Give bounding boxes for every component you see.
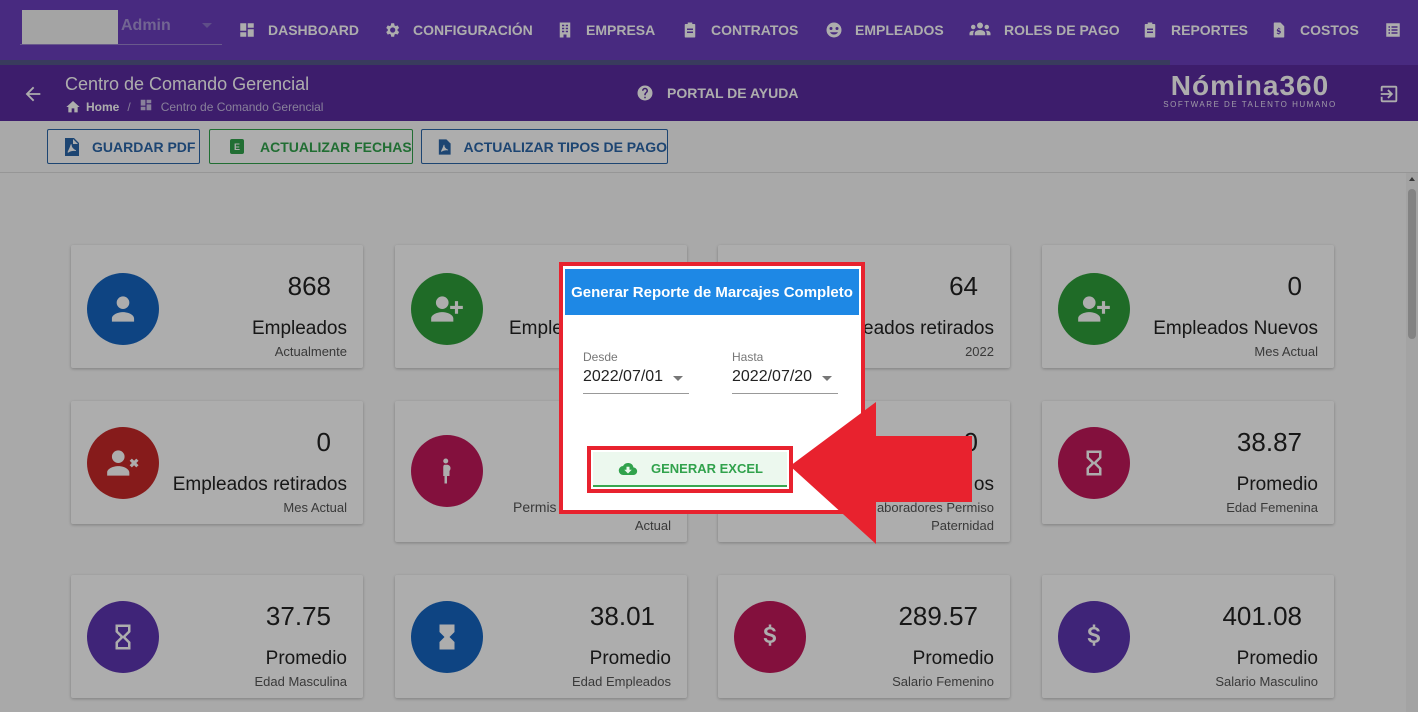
red-arrow-annotation	[790, 402, 972, 544]
cloud-download-icon	[618, 462, 638, 475]
generate-excel-label: GENERAR EXCEL	[651, 461, 763, 476]
desde-date-select[interactable]: Desde 2022/07/01	[583, 350, 689, 394]
hasta-date-select[interactable]: Hasta 2022/07/20	[732, 350, 838, 394]
generate-excel-button[interactable]: GENERAR EXCEL	[593, 452, 787, 487]
hasta-label: Hasta	[732, 350, 764, 364]
modal-title: Generar Reporte de Marcajes Completo	[565, 269, 859, 315]
desde-label: Desde	[583, 350, 618, 364]
generate-highlight: GENERAR EXCEL	[587, 446, 793, 493]
chevron-down-icon	[822, 376, 832, 381]
red-arrow-shape	[790, 402, 972, 544]
desde-value: 2022/07/01	[583, 368, 664, 385]
hasta-value: 2022/07/20	[732, 368, 813, 385]
chevron-down-icon	[673, 376, 683, 381]
